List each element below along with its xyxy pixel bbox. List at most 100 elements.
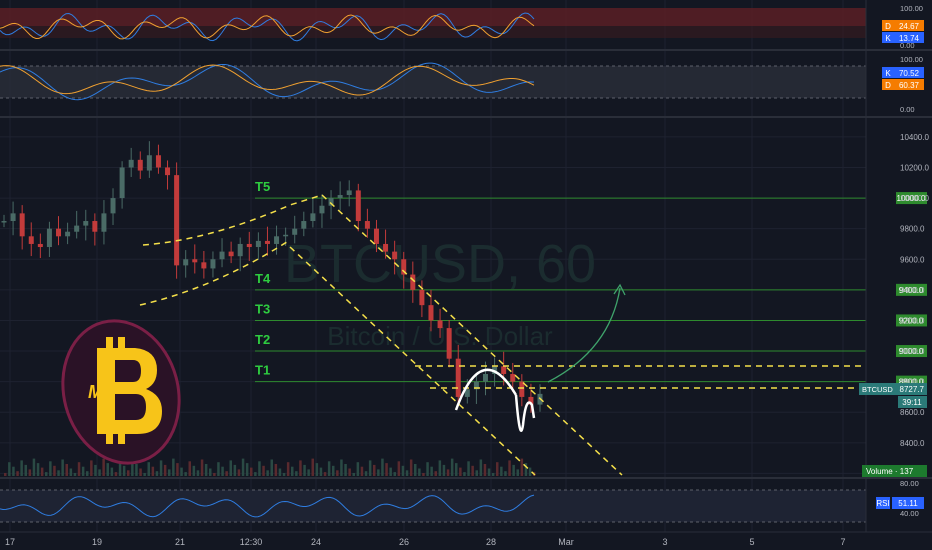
candle-body[interactable]	[237, 243, 243, 257]
volume-bar	[61, 459, 64, 476]
candle-body[interactable]	[37, 243, 43, 248]
volume-bar	[516, 469, 519, 476]
volume-bar	[45, 472, 48, 476]
candle-body[interactable]	[292, 228, 298, 235]
candle-body[interactable]	[146, 155, 152, 171]
candle-body[interactable]	[174, 175, 180, 266]
volume-bar	[229, 460, 232, 476]
volume-bar	[471, 465, 474, 476]
candle-body[interactable]	[373, 228, 379, 244]
volume-bar	[459, 467, 462, 476]
candle-body[interactable]	[310, 213, 316, 222]
volume-bar	[360, 466, 364, 476]
volume-bar	[262, 465, 265, 476]
candle-body[interactable]	[319, 205, 325, 214]
volume-bar	[430, 466, 433, 476]
candle-body[interactable]	[219, 251, 225, 260]
candle-body[interactable]	[501, 366, 507, 374]
volume-bar	[20, 460, 23, 476]
candle-body[interactable]	[1, 221, 7, 223]
candle-body[interactable]	[128, 159, 134, 168]
candle-body[interactable]	[455, 358, 461, 397]
candle-body[interactable]	[228, 251, 234, 257]
volume-bar	[385, 463, 388, 476]
candle-body[interactable]	[10, 213, 16, 222]
countdown-value: 39:11	[902, 398, 922, 407]
volume-bar	[16, 471, 19, 476]
volume-bar	[241, 458, 245, 476]
volume-bar	[340, 459, 343, 476]
stoch-second-d-label: D	[885, 81, 891, 90]
candle-body[interactable]	[165, 167, 171, 176]
volume-bar	[139, 468, 142, 476]
candle-body[interactable]	[137, 159, 143, 171]
stoch-top-pane[interactable]	[0, 8, 866, 42]
volume-bar	[381, 458, 384, 476]
volume-bar	[110, 467, 114, 476]
candle-body[interactable]	[255, 240, 261, 248]
candle-body[interactable]	[383, 243, 389, 252]
candle-body[interactable]	[274, 236, 280, 244]
target-label-t3: T3	[255, 301, 270, 316]
candle-body[interactable]	[264, 240, 270, 244]
candle-body[interactable]	[364, 221, 370, 229]
stoch-second-k-value: 70.52	[899, 69, 920, 78]
price-label: 8600.0	[900, 408, 925, 417]
candle-body[interactable]	[19, 213, 25, 237]
candle-body[interactable]	[437, 320, 443, 329]
candle-body[interactable]	[446, 328, 452, 359]
candle-body[interactable]	[65, 231, 71, 237]
candle-body[interactable]	[119, 167, 125, 199]
candle-body[interactable]	[201, 262, 207, 269]
volume-bar	[237, 469, 241, 476]
candle-body[interactable]	[83, 221, 89, 226]
volume-bar	[196, 470, 200, 476]
volume-bar	[245, 463, 249, 476]
volume-bar	[434, 471, 437, 476]
price-label: 8400.0	[900, 439, 925, 448]
candle-body[interactable]	[46, 228, 52, 248]
candle-body[interactable]	[92, 221, 98, 232]
stoch-second-pane[interactable]	[0, 62, 866, 101]
candle-body[interactable]	[155, 155, 161, 168]
candle-body[interactable]	[301, 221, 307, 229]
current-price-symbol: BTCUSD	[862, 385, 893, 394]
volume-bar	[57, 470, 60, 476]
candle-body[interactable]	[183, 259, 189, 266]
candle-body[interactable]	[74, 225, 80, 232]
candle-body[interactable]	[355, 190, 361, 222]
volume-bar	[327, 461, 331, 476]
time-label: 19	[92, 537, 102, 547]
candle-body[interactable]	[28, 236, 34, 244]
candle-body[interactable]	[110, 198, 116, 214]
volume-bar	[356, 462, 360, 476]
stoch-second-scale-100: 100.00	[900, 55, 923, 64]
rsi-value: 51.11	[898, 499, 918, 508]
candle-body[interactable]	[419, 289, 425, 306]
volume-bar	[467, 461, 470, 476]
volume-bar	[102, 458, 105, 476]
volume-bar	[278, 468, 282, 476]
volume-bar	[53, 465, 56, 476]
volume-bar	[291, 466, 294, 476]
candle-body[interactable]	[192, 259, 198, 263]
candle-body[interactable]	[510, 373, 516, 382]
candle-body[interactable]	[56, 228, 62, 237]
candle-body[interactable]	[428, 305, 434, 321]
time-label: Mar	[558, 537, 574, 547]
candle-body[interactable]	[346, 190, 352, 196]
candle-body[interactable]	[337, 195, 343, 199]
candle-body[interactable]	[210, 259, 216, 269]
candle-body[interactable]	[392, 251, 398, 260]
volume-bar	[159, 460, 163, 476]
price-label: 10200.0	[900, 163, 929, 172]
volume-bar	[168, 469, 171, 476]
candle-body[interactable]	[101, 213, 107, 232]
candle-body[interactable]	[246, 243, 252, 248]
candle-body[interactable]	[283, 234, 289, 237]
volume-bar	[528, 467, 532, 476]
chart-canvas[interactable]: BTCUSD, 60 Bitcoin / U.S. Dollar T510000…	[0, 0, 932, 550]
rsi-pane[interactable]	[0, 489, 866, 523]
candle-body[interactable]	[482, 373, 488, 382]
candle-body[interactable]	[410, 274, 416, 290]
